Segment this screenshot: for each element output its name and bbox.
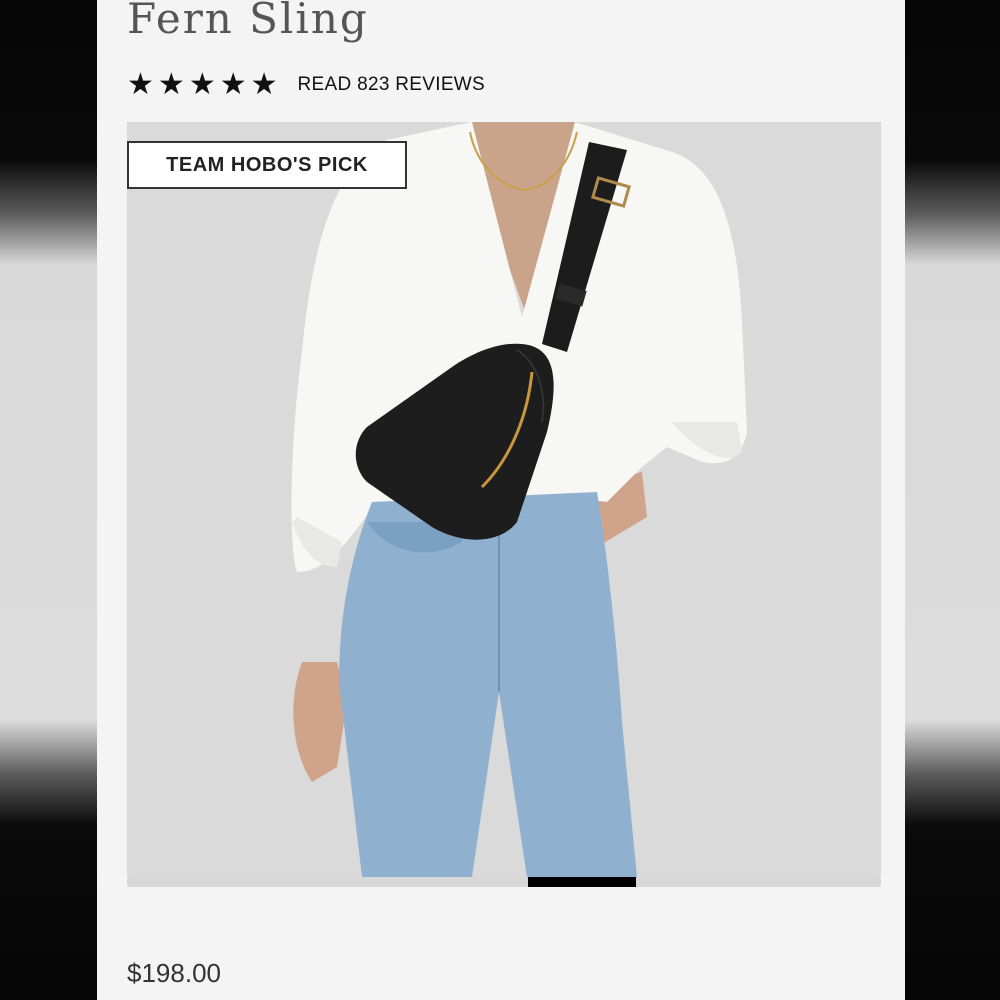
star-icon: ★ <box>250 68 278 101</box>
star-icon: ★ <box>188 68 216 101</box>
gallery-scrollbar-thumb[interactable] <box>528 877 636 887</box>
product-price: $198.00 <box>127 958 221 988</box>
star-rating: ★ ★ ★ ★ ★ <box>127 70 278 100</box>
team-pick-badge: TEAM HOBO'S PICK <box>127 141 407 189</box>
star-icon: ★ <box>219 68 247 101</box>
right-backdrop <box>905 0 1000 1000</box>
product-photo <box>127 122 881 877</box>
star-icon: ★ <box>157 68 185 101</box>
gallery-scrollbar[interactable] <box>127 877 881 887</box>
read-reviews-link[interactable]: READ 823 REVIEWS <box>298 74 485 96</box>
left-backdrop <box>0 0 97 1000</box>
product-title: Fern Sling <box>127 0 369 43</box>
rating-row: ★ ★ ★ ★ ★ READ 823 REVIEWS <box>127 68 485 102</box>
product-page: Fern Sling ★ ★ ★ ★ ★ READ 823 REVIEWS TE… <box>97 0 905 1000</box>
product-image[interactable]: TEAM HOBO'S PICK <box>127 122 881 877</box>
star-icon: ★ <box>127 68 154 101</box>
